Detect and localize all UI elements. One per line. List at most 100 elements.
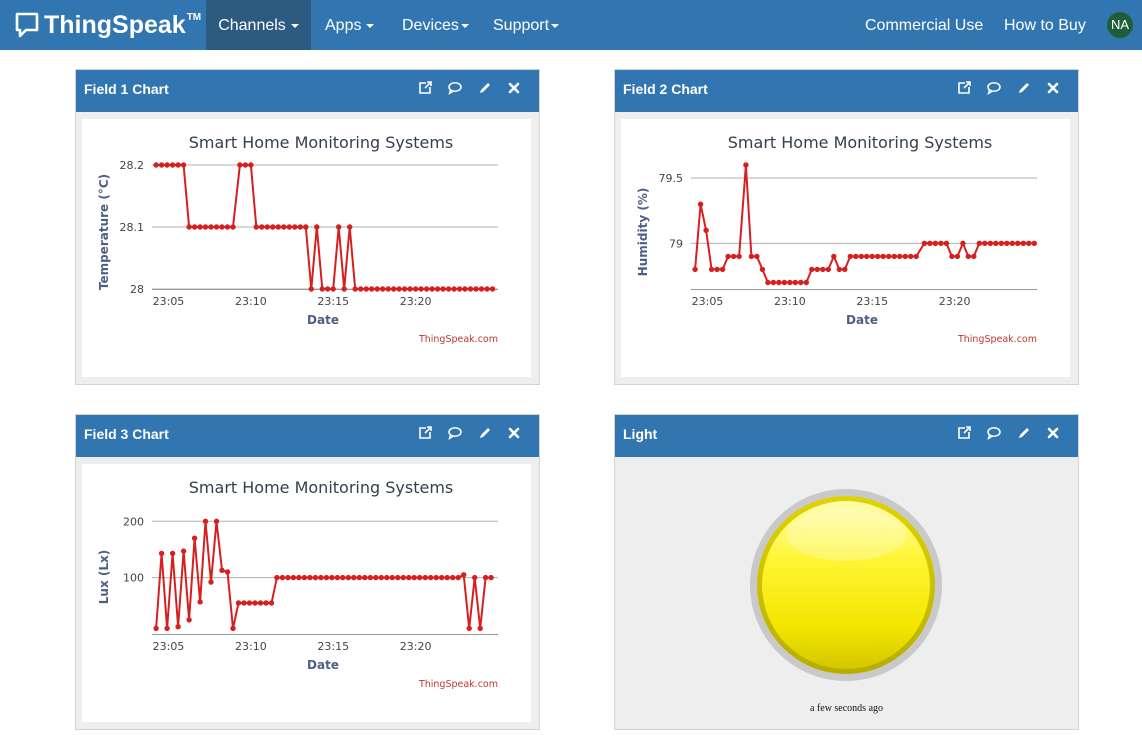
data-point <box>186 224 192 230</box>
x-tick-label: 23:05 <box>692 295 724 308</box>
data-point <box>202 224 209 230</box>
nav-commercial-use[interactable]: Commercial Use <box>865 0 983 50</box>
close-icon[interactable] <box>1045 80 1061 96</box>
data-point <box>462 286 468 292</box>
data-point <box>433 574 439 581</box>
data-point <box>290 574 297 581</box>
data-point <box>451 286 457 292</box>
chevron-down-icon <box>460 23 469 28</box>
chart-credit-link[interactable]: ThingSpeak.com <box>957 334 1037 345</box>
data-point <box>248 162 254 168</box>
data-point <box>825 266 831 273</box>
close-icon[interactable] <box>1045 425 1061 441</box>
data-point <box>180 162 187 168</box>
close-icon[interactable] <box>506 80 522 96</box>
widget-header: Field 2 Chart <box>615 70 1078 112</box>
comment-icon[interactable] <box>447 425 463 441</box>
nav-channels[interactable]: Channels <box>206 0 311 50</box>
data-point <box>270 224 276 230</box>
x-tick-label: 23:15 <box>317 640 349 653</box>
close-icon[interactable] <box>506 425 522 441</box>
data-point <box>440 286 446 292</box>
nav-devices-label: Devices <box>402 17 459 34</box>
data-point <box>281 224 287 230</box>
data-point <box>891 253 897 260</box>
data-point <box>886 253 892 260</box>
chevron-down-icon <box>551 23 560 28</box>
data-point <box>336 224 342 230</box>
thingspeak-logo[interactable]: ThingSpeak TM <box>14 0 201 50</box>
data-point <box>473 286 479 292</box>
data-point <box>714 266 720 273</box>
data-point <box>369 286 375 292</box>
data-point <box>197 599 203 605</box>
data-point <box>692 266 698 273</box>
comment-icon[interactable] <box>986 425 1002 441</box>
data-point <box>1009 240 1015 246</box>
data-point <box>949 253 955 260</box>
data-point <box>275 224 281 230</box>
y-tick-label: 79.5 <box>659 172 684 185</box>
data-point <box>1004 240 1010 246</box>
data-point <box>208 579 214 585</box>
external-link-icon[interactable] <box>956 425 972 441</box>
data-point <box>759 266 766 273</box>
data-point <box>730 253 737 260</box>
pencil-icon[interactable] <box>477 80 493 96</box>
data-point <box>202 518 209 524</box>
data-point <box>224 224 231 230</box>
data-point <box>380 286 386 292</box>
pencil-icon[interactable] <box>477 425 493 441</box>
data-point <box>880 253 886 260</box>
x-axis-label: Date <box>307 658 339 672</box>
data-point <box>334 574 341 581</box>
y-tick-label: 79 <box>669 237 683 250</box>
data-point <box>422 574 428 581</box>
x-tick-label: 23:20 <box>400 295 432 308</box>
data-point <box>401 286 408 292</box>
nav-devices[interactable]: Devices <box>402 0 469 50</box>
y-tick-label: 28.2 <box>120 159 145 172</box>
data-point <box>445 286 452 292</box>
lamp-bulb-icon <box>750 489 942 681</box>
x-tick-label: 23:10 <box>235 295 267 308</box>
data-point <box>993 240 999 246</box>
data-point <box>340 574 346 581</box>
data-point <box>456 286 463 292</box>
data-point <box>318 574 324 581</box>
external-link-icon[interactable] <box>417 80 433 96</box>
lamp-indicator: a few seconds ago <box>615 457 1078 729</box>
pencil-icon[interactable] <box>1016 425 1032 441</box>
data-point <box>330 286 336 292</box>
x-axis-label: Date <box>846 313 878 327</box>
nav-how-to-buy[interactable]: How to Buy <box>1004 0 1086 50</box>
data-point <box>976 240 982 246</box>
data-point <box>230 625 236 632</box>
data-point <box>400 574 406 581</box>
data-point <box>314 224 320 230</box>
nav-apps-label: Apps <box>325 17 362 34</box>
data-point <box>259 224 265 230</box>
data-point <box>323 574 330 581</box>
chart-credit-link[interactable]: ThingSpeak.com <box>418 334 498 345</box>
x-tick-label: 23:05 <box>153 640 185 653</box>
data-point <box>329 574 335 581</box>
data-point <box>385 286 391 292</box>
user-avatar[interactable]: NA <box>1107 12 1133 38</box>
data-point <box>902 253 908 260</box>
nav-support[interactable]: Support <box>493 0 560 50</box>
widget-title: Field 1 Chart <box>84 81 169 97</box>
data-point <box>213 224 220 230</box>
x-tick-label: 23:15 <box>856 295 888 308</box>
external-link-icon[interactable] <box>956 80 972 96</box>
pencil-icon[interactable] <box>1016 80 1032 96</box>
x-tick-label: 23:10 <box>235 640 267 653</box>
chart-credit-link[interactable]: ThingSpeak.com <box>418 679 498 690</box>
external-link-icon[interactable] <box>417 425 433 441</box>
comment-icon[interactable] <box>447 80 463 96</box>
x-tick-label: 23:05 <box>153 295 185 308</box>
data-point <box>230 224 236 230</box>
nav-apps[interactable]: Apps <box>325 0 375 50</box>
data-point <box>798 279 804 286</box>
comment-icon[interactable] <box>986 80 1002 96</box>
